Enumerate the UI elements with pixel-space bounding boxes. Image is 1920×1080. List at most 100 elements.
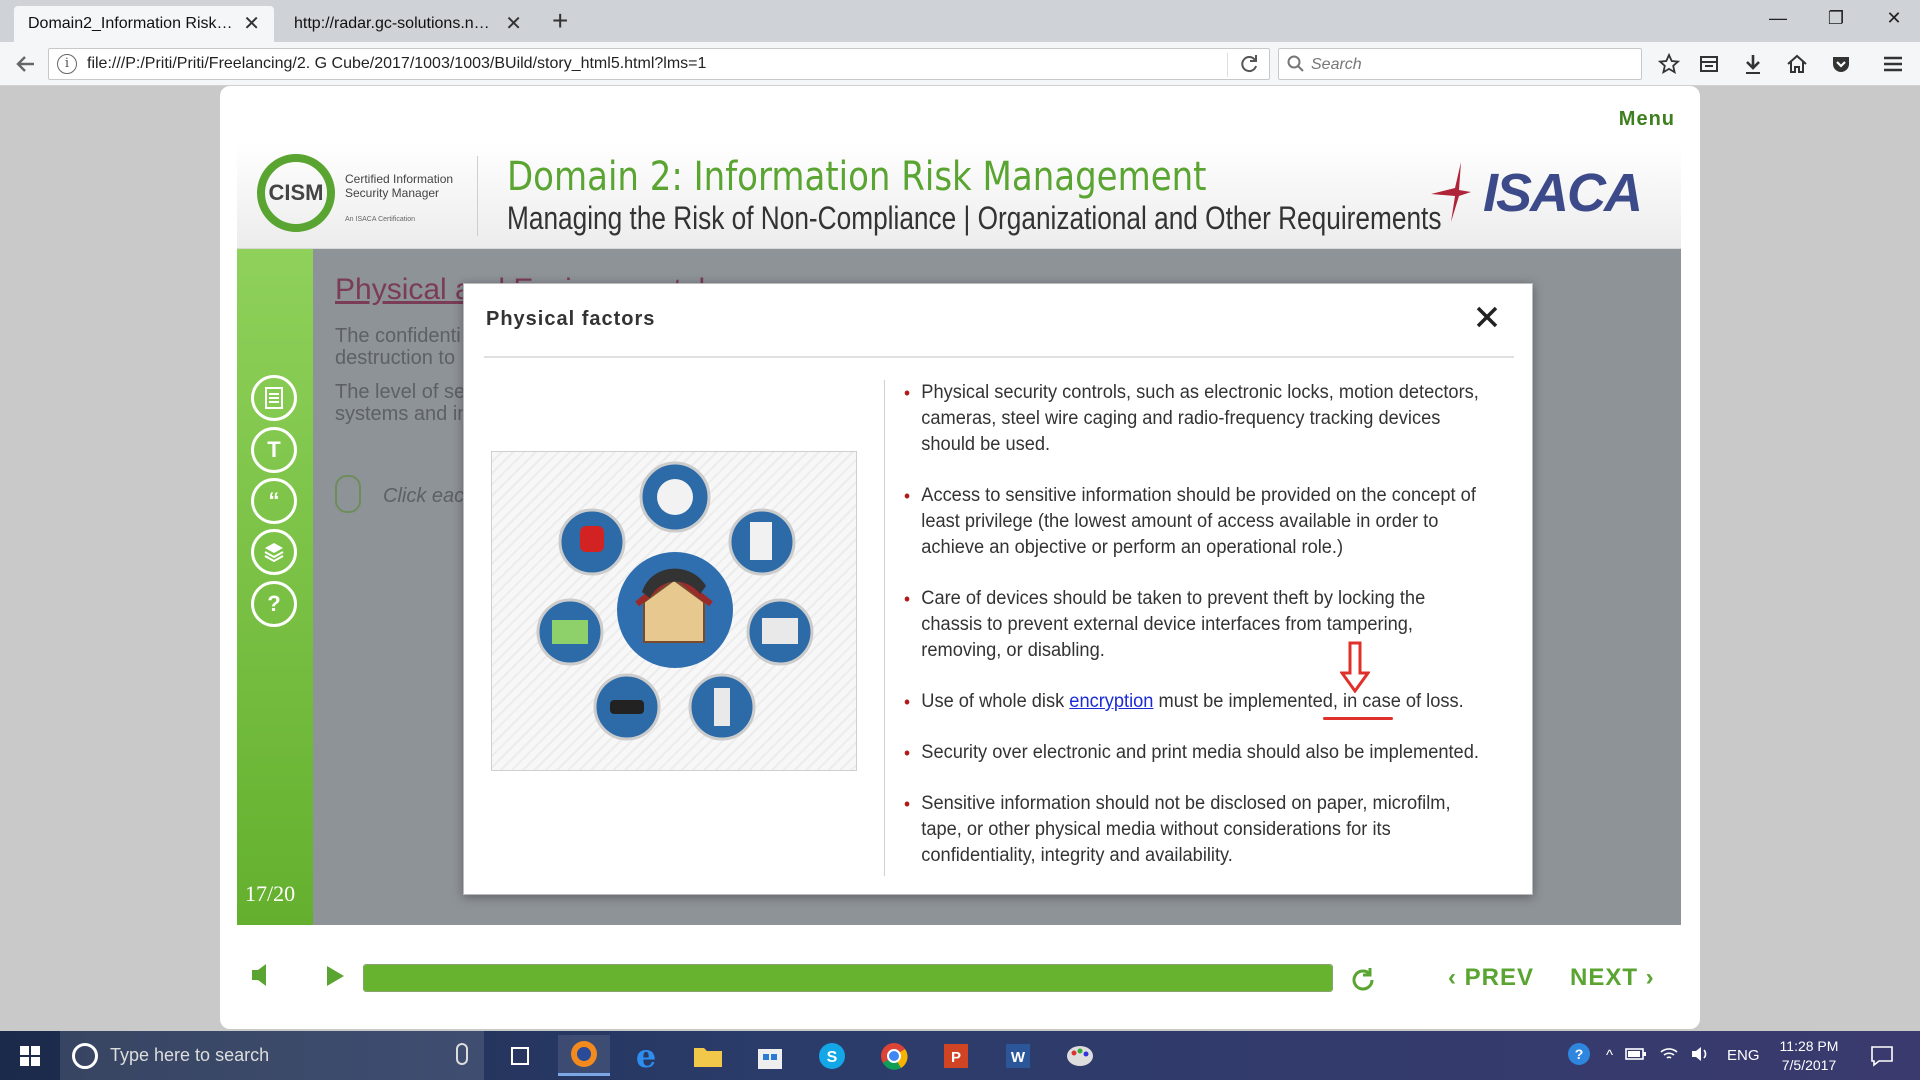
search-placeholder: Search [1311, 56, 1362, 73]
physical-factors-modal: Physical factors • Physical security con… [463, 283, 1533, 895]
file-explorer-icon[interactable] [682, 1035, 734, 1076]
microphone-icon[interactable] [456, 1043, 468, 1065]
annotation-down-arrow-icon [1340, 641, 1370, 693]
banner-subtitle: Managing the Risk of Non-Compliance | Or… [507, 200, 1442, 236]
modal-divider [484, 356, 1514, 358]
banner-divider [477, 156, 478, 236]
banner-title: Domain 2: Information Risk Management [507, 154, 1207, 200]
windows-logo-icon [20, 1045, 40, 1066]
prev-label: PREV [1464, 964, 1535, 991]
cism-caption: Certified Information Security Manager [345, 172, 454, 200]
tab-title: http://radar.gc-solutions.net/ope [294, 15, 498, 32]
security-devices-graphic [536, 461, 814, 741]
word-app-icon[interactable]: W [992, 1035, 1044, 1076]
notes-icon[interactable] [251, 375, 297, 421]
action-center-icon[interactable] [1870, 1031, 1894, 1080]
address-bar[interactable]: i file:///P:/Priti/Priti/Freelancing/2. … [48, 48, 1270, 80]
taskbar-search-placeholder: Type here to search [110, 1045, 270, 1065]
language-indicator[interactable]: ENG [1727, 1047, 1760, 1064]
annotation-underline [1323, 717, 1393, 720]
next-button[interactable]: NEXT › [1570, 964, 1655, 992]
clock-date: 7/5/2017 [1781, 1057, 1837, 1073]
list-item: Use of whole disk encryption must be imp… [904, 689, 1490, 715]
close-tab-icon[interactable]: ✕ [505, 14, 522, 34]
course-sidebar: T “ ? 17/20 [237, 249, 313, 925]
encryption-link[interactable]: encryption [1069, 691, 1153, 712]
replay-icon[interactable] [1348, 965, 1378, 995]
new-tab-icon[interactable]: + [552, 6, 568, 36]
minimize-window-icon[interactable]: — [1748, 2, 1808, 34]
browser-nav-bar: i file:///P:/Priti/Priti/Freelancing/2. … [0, 42, 1920, 86]
start-button[interactable] [0, 1031, 60, 1080]
page-counter: 17/20 [245, 881, 296, 906]
taskbar-search-box[interactable]: Type here to search [60, 1031, 484, 1080]
paint-app-icon[interactable] [1054, 1035, 1106, 1076]
bullet-text-after-link: must be implemented, in case of loss. [1153, 691, 1464, 712]
task-view-icon[interactable] [494, 1035, 546, 1076]
progress-fill [364, 965, 1332, 991]
quote-icon[interactable]: “ [251, 478, 297, 524]
isaca-star-icon [1431, 162, 1471, 222]
back-arrow-icon[interactable] [10, 50, 40, 78]
firefox-app-icon[interactable] [558, 1035, 610, 1076]
battery-icon[interactable] [1625, 1047, 1647, 1065]
resources-layers-icon[interactable] [251, 529, 297, 575]
bullet-text-before-link: Use of whole disk [921, 691, 1070, 712]
modal-vertical-divider [884, 380, 885, 876]
svg-text:S: S [827, 1049, 838, 1066]
restore-window-icon[interactable]: ❐ [1806, 2, 1866, 34]
powerpoint-app-icon[interactable]: P [930, 1035, 982, 1076]
cortana-icon [72, 1043, 98, 1069]
windows-taskbar: Type here to search e S P W ? ^ ENG 11:2… [0, 1031, 1920, 1080]
play-icon[interactable] [324, 964, 346, 988]
close-icon[interactable] [1470, 300, 1504, 334]
edge-app-icon[interactable]: e [620, 1035, 672, 1076]
browser-tab-strip: Domain2_Information Risk Mana ✕ http://r… [0, 0, 1920, 42]
security-devices-illustration [491, 451, 857, 771]
slide-paragraph-line: destruction to [335, 347, 456, 369]
cism-logo: CISM [257, 154, 335, 232]
isaca-logo: ISACA [1482, 163, 1643, 223]
download-icon[interactable] [1736, 48, 1770, 80]
clock-time: 11:28 PM [1779, 1038, 1839, 1054]
transcript-icon[interactable]: T [251, 427, 297, 473]
url-text[interactable]: file:///P:/Priti/Priti/Freelancing/2. G … [87, 55, 706, 73]
bullet-list: Physical security controls, such as elec… [904, 380, 1514, 894]
slide-paragraph-line: systems and in [335, 403, 465, 425]
tab-radar[interactable]: http://radar.gc-solutions.net/ope ✕ [280, 6, 536, 42]
volume-icon[interactable] [250, 962, 274, 988]
volume-tray-icon[interactable] [1691, 1046, 1711, 1066]
hamburger-menu-icon[interactable] [1876, 48, 1910, 80]
tab-domain2[interactable]: Domain2_Information Risk Mana ✕ [14, 6, 274, 42]
prev-button[interactable]: ‹ PREV [1448, 964, 1534, 992]
taskbar-clock[interactable]: 11:28 PM 7/5/2017 [1764, 1037, 1854, 1075]
list-item: Security over electronic and print media… [904, 740, 1490, 766]
help-icon[interactable]: ? [251, 581, 297, 627]
skype-app-icon[interactable]: S [806, 1035, 858, 1076]
home-icon[interactable] [1780, 48, 1814, 80]
search-input[interactable]: Search [1278, 48, 1642, 80]
store-app-icon[interactable] [744, 1035, 796, 1076]
menu-button[interactable]: Menu [1619, 108, 1675, 131]
cism-logo-text: CISM [268, 180, 324, 205]
next-label: NEXT [1570, 964, 1639, 991]
site-info-icon[interactable]: i [57, 54, 77, 74]
system-tray: ? ^ ENG [1566, 1031, 1760, 1080]
reading-list-icon[interactable] [1692, 48, 1726, 80]
list-item: Sensitive information should not be disc… [904, 791, 1490, 869]
list-item: Care of devices should be taken to preve… [904, 586, 1490, 664]
close-tab-icon[interactable]: ✕ [243, 14, 260, 34]
show-hidden-icons-icon[interactable]: ^ [1606, 1047, 1613, 1064]
help-tray-icon[interactable]: ? [1566, 1041, 1592, 1071]
pocket-icon[interactable] [1824, 48, 1858, 80]
wifi-icon[interactable] [1659, 1046, 1679, 1066]
progress-bar[interactable] [363, 964, 1333, 992]
list-item: Access to sensitive information should b… [904, 483, 1490, 561]
bookmark-star-icon[interactable] [1652, 48, 1686, 80]
reload-icon[interactable] [1239, 53, 1259, 80]
close-window-icon[interactable]: ✕ [1864, 2, 1920, 34]
url-separator [1227, 53, 1228, 77]
svg-text:W: W [1011, 1049, 1026, 1066]
chrome-app-icon[interactable] [868, 1035, 920, 1076]
svg-text:P: P [951, 1049, 961, 1066]
